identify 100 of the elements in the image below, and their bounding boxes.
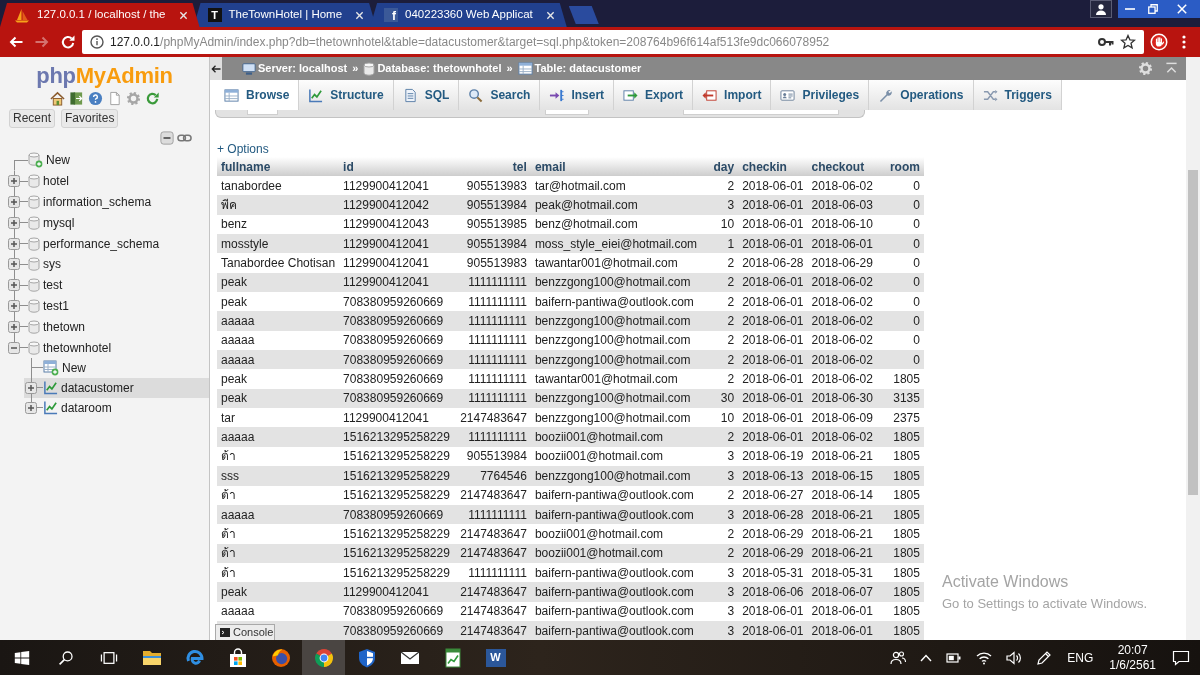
table-cell: mosstyle <box>217 234 340 254</box>
table-cell: 2018-06-13 <box>738 466 808 486</box>
console-button[interactable]: Console <box>215 624 275 640</box>
language-indicator[interactable]: ENG <box>1059 648 1102 667</box>
door-icon[interactable] <box>68 91 84 106</box>
expand-icon[interactable] <box>8 237 20 250</box>
menu-tab[interactable]: Privileges <box>771 80 870 110</box>
expand-icon[interactable] <box>25 401 37 414</box>
wifi-icon[interactable] <box>976 650 993 665</box>
pen-icon[interactable] <box>1036 649 1053 666</box>
browser-tab[interactable]: f 040223360 Web Applicat <box>370 3 567 27</box>
column-header[interactable]: id <box>339 157 454 176</box>
input-field[interactable] <box>247 110 278 115</box>
sail-logo-icon <box>14 7 30 23</box>
table-cell: benz@hotmail.com <box>530 214 702 235</box>
browser-tab[interactable]: 127.0.0.1 / localhost / the <box>0 3 200 27</box>
menu-tab[interactable]: Operations <box>869 80 974 110</box>
column-header[interactable]: room <box>876 157 924 176</box>
close-icon[interactable] <box>178 10 188 20</box>
notification-icon[interactable] <box>1172 649 1190 666</box>
expand-icon[interactable] <box>8 216 20 229</box>
home-icon[interactable] <box>49 91 65 106</box>
input-field[interactable] <box>545 110 589 115</box>
table-cell: 1805 <box>876 562 924 583</box>
column-header[interactable]: fullname <box>217 157 340 176</box>
info-icon[interactable] <box>90 35 104 49</box>
refresh-icon[interactable] <box>144 91 160 106</box>
navigation-tab[interactable]: Recent <box>9 109 56 128</box>
column-header[interactable]: email <box>530 157 702 176</box>
battery-icon[interactable] <box>946 651 963 664</box>
terminal-icon <box>220 628 230 637</box>
taskbar-app-button[interactable]: W <box>474 640 517 675</box>
menu-tab[interactable]: Triggers <box>973 80 1062 110</box>
collapse-icon[interactable] <box>8 341 20 354</box>
expand-icon[interactable] <box>8 279 20 292</box>
table-cell: 2018-06-06 <box>738 582 808 602</box>
table-cell: 1111111111 <box>453 311 531 331</box>
table-cell: 1129900412041 <box>339 272 454 293</box>
collapse-all-icon[interactable] <box>160 131 174 145</box>
profile-button[interactable] <box>1090 0 1112 18</box>
table-cell: 2147483647 <box>453 601 531 621</box>
column-header[interactable]: tel <box>453 157 531 176</box>
breadcrumb-link[interactable]: Database: thetownhotel <box>363 60 502 77</box>
breadcrumb-link[interactable]: Table: datacustomer <box>517 60 642 77</box>
speaker-icon[interactable] <box>1006 649 1023 666</box>
star-icon[interactable] <box>1120 34 1136 50</box>
expand-icon[interactable] <box>8 320 20 333</box>
people-icon[interactable] <box>890 649 907 666</box>
clock-time[interactable]: 20:07 <box>1109 642 1156 658</box>
window-close-button[interactable] <box>1164 0 1200 18</box>
table-cell: 2018-06-01 <box>738 369 808 389</box>
table-cell: 2018-06-21 <box>807 524 877 544</box>
logo-text[interactable]: phpMyAdmin <box>36 63 173 89</box>
column-header[interactable]: checkout <box>807 157 877 176</box>
close-icon[interactable] <box>545 10 555 20</box>
navigation-tab[interactable]: Favorites <box>61 109 119 128</box>
chevron-up-icon[interactable] <box>920 653 933 662</box>
menu-tab[interactable]: Insert <box>540 80 615 110</box>
tree-item[interactable]: datacustomer <box>24 377 209 398</box>
expand-icon[interactable] <box>8 258 20 271</box>
clock-date[interactable]: 1/6/2561 <box>1109 657 1156 673</box>
folder-icon <box>141 648 162 667</box>
collapse-up-icon[interactable] <box>1165 62 1178 75</box>
table-cell: 0 <box>876 330 924 351</box>
table-cell: aaaaa <box>217 504 340 525</box>
breadcrumb-link[interactable]: Server: localhost <box>242 60 348 77</box>
minimize-button[interactable] <box>1118 0 1142 18</box>
column-header[interactable]: day <box>701 157 739 176</box>
menu-icon[interactable] <box>1182 35 1186 49</box>
options-link[interactable]: + Options <box>217 142 269 157</box>
wrench-icon <box>878 87 894 103</box>
table-icon <box>517 61 533 76</box>
table-cell: baifern-pantiwa@outlook.com <box>530 485 702 505</box>
expand-icon[interactable] <box>8 175 20 188</box>
close-icon[interactable] <box>355 10 365 20</box>
link-icon[interactable] <box>177 133 192 143</box>
table-cell: benzzgong100@hotmail.com <box>530 408 702 428</box>
menu-tab[interactable]: SQL <box>393 80 460 110</box>
table-cell: 1805 <box>876 504 924 525</box>
help-icon[interactable] <box>87 91 103 106</box>
menu-tab[interactable]: Search <box>459 80 541 110</box>
menu-tab[interactable]: Export <box>614 80 694 110</box>
address-field[interactable]: 127.0.0.1/phpMyAdmin/index.php?db=thetownhotel&table=datacustomer&target=sql.php&token=208764b96f614af513fe9dc066078952 <box>82 30 1144 54</box>
scrollbar-track[interactable] <box>1186 57 1200 640</box>
arrow-button[interactable] <box>210 57 222 80</box>
input-field[interactable] <box>683 110 839 115</box>
hand-badge-icon[interactable] <box>1150 33 1168 51</box>
table-cell: 1129900412041 <box>339 234 454 254</box>
key-icon[interactable] <box>1098 37 1114 47</box>
table-cell: baifern-pantiwa@outlook.com <box>530 601 702 621</box>
expand-icon[interactable] <box>8 299 20 312</box>
expand-icon[interactable] <box>8 196 20 208</box>
expand-icon[interactable] <box>25 381 37 394</box>
search-icon <box>468 87 484 103</box>
column-header[interactable]: checkin <box>738 157 808 176</box>
scrollbar-thumb[interactable] <box>1188 170 1198 495</box>
table-cell: 708380959260669 <box>339 350 454 370</box>
menu-tab[interactable]: Import <box>693 80 772 110</box>
table-cell: 3 <box>701 466 739 486</box>
menu-tab[interactable]: Structure <box>299 80 394 110</box>
